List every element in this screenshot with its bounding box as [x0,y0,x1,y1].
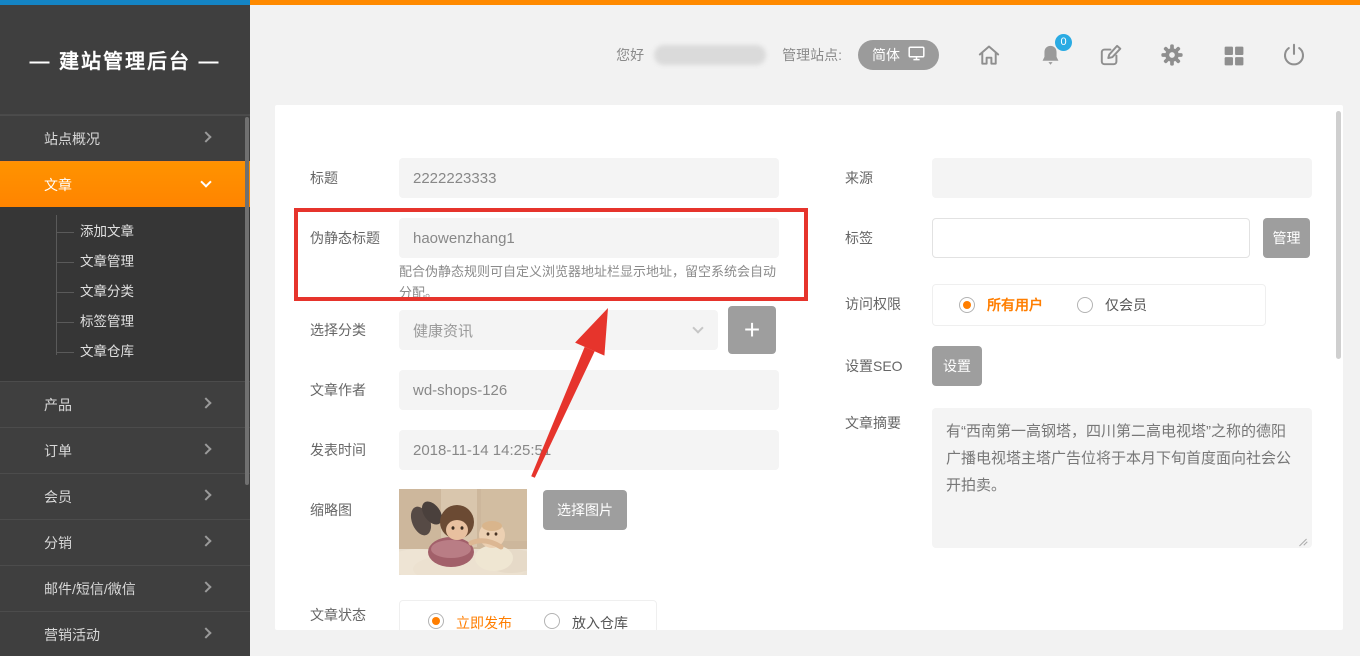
articles-submenu: 添加文章 文章管理 文章分类 标签管理 文章仓库 [0,207,250,381]
access-label: 访问权限 [845,284,901,324]
sidebar-item-label: 营销活动 [44,627,100,643]
title-label: 标题 [310,158,338,198]
submenu-item-add-article[interactable]: 添加文章 [0,217,250,247]
manage-tags-button[interactable]: 管理 [1263,218,1310,258]
category-label: 选择分类 [310,310,366,350]
home-icon [976,42,1002,68]
sidebar-item-orders[interactable]: 订单 [0,427,250,473]
sidebar-scrollbar[interactable] [245,117,249,485]
app-logo: — 建站管理后台 — [0,5,250,115]
logout-button[interactable] [1280,41,1308,69]
publish-time-input[interactable] [399,430,779,470]
tags-label: 标签 [845,218,873,258]
article-edit-card: 标题 伪静态标题 配合伪静态规则可自定义浏览器地址栏显示地址，留空系统会自动分配… [275,105,1343,630]
home-button[interactable] [975,41,1003,69]
submenu-item-tag-manage[interactable]: 标签管理 [0,307,250,337]
author-label: 文章作者 [310,370,366,410]
category-select[interactable]: 健康资讯 [399,310,718,350]
slug-label: 伪静态标题 [310,218,380,258]
power-icon [1281,42,1307,68]
status-archive-radio[interactable] [544,613,560,629]
status-publish-radio[interactable] [428,613,444,629]
sidebar-item-products[interactable]: 产品 [0,381,250,427]
notification-badge: 0 [1055,34,1072,51]
grid-icon [1221,43,1246,68]
chevron-right-icon [200,489,211,500]
edit-icon [1098,42,1124,68]
thumbnail-label: 缩略图 [310,500,352,520]
sidebar-item-label: 邮件/短信/微信 [44,581,136,597]
title-input[interactable] [399,158,779,198]
manage-site-label: 管理站点: [782,45,842,65]
thumbnail-image [399,489,527,575]
chevron-right-icon [200,131,211,142]
chevron-right-icon [200,581,211,592]
seo-settings-button[interactable]: 设置 [932,346,982,386]
summary-label: 文章摘要 [845,413,901,433]
sidebar-item-label: 订单 [44,443,72,459]
access-members-only-radio[interactable] [1077,297,1093,313]
notifications-button[interactable]: 0 [1036,41,1064,69]
sidebar-item-label: 产品 [44,397,72,413]
sidebar-item-label: 文章 [44,177,72,193]
access-all-users-label[interactable]: 所有用户 [987,295,1043,315]
sidebar-item-label: 站点概况 [44,131,100,147]
status-publish-label[interactable]: 立即发布 [456,613,512,630]
sidebar: — 建站管理后台 — 站点概况 文章 添加文章 文章管理 文章分类 标签管理 文… [0,5,250,656]
submenu-item-article-manage[interactable]: 文章管理 [0,247,250,277]
slug-help-text: 配合伪静态规则可自定义浏览器地址栏显示地址，留空系统会自动分配。 [399,262,781,304]
author-input[interactable] [399,370,779,410]
gear-icon [1159,42,1185,68]
chevron-right-icon [200,535,211,546]
chevron-down-icon [200,176,211,187]
submenu-item-article-category[interactable]: 文章分类 [0,277,250,307]
source-label: 来源 [845,158,873,198]
apps-button[interactable] [1219,41,1247,69]
choose-image-button[interactable]: 选择图片 [543,490,627,530]
publish-time-label: 发表时间 [310,430,366,470]
card-scrollbar[interactable] [1336,111,1341,359]
seo-label: 设置SEO [845,346,903,386]
site-language-label: 简体 [872,45,900,65]
add-category-button[interactable]: + [728,306,776,354]
sidebar-item-articles[interactable]: 文章 [0,161,250,207]
chevron-down-icon [692,322,703,333]
article-status-label: 文章状态 [310,605,366,625]
chevron-right-icon [200,443,211,454]
access-group: 所有用户 仅会员 [932,284,1266,326]
article-status-group: 立即发布 放入仓库 [399,600,657,630]
site-language-pill[interactable]: 简体 [858,40,939,70]
chevron-right-icon [200,397,211,408]
slug-input[interactable] [399,218,779,258]
sidebar-item-members[interactable]: 会员 [0,473,250,519]
settings-button[interactable] [1158,41,1186,69]
sidebar-item-site-overview[interactable]: 站点概况 [0,115,250,161]
monitor-icon [908,46,925,64]
category-selected-value: 健康资讯 [413,320,473,341]
redacted-username [654,45,766,65]
source-input[interactable] [932,158,1312,198]
tags-input[interactable] [932,218,1250,258]
status-archive-label[interactable]: 放入仓库 [572,613,628,630]
sidebar-item-marketing[interactable]: 营销活动 [0,611,250,656]
sidebar-item-label: 分销 [44,535,72,551]
compose-button[interactable] [1097,41,1125,69]
chevron-right-icon [200,627,211,638]
access-members-only-label[interactable]: 仅会员 [1105,295,1147,315]
sidebar-item-mail-sms-wechat[interactable]: 邮件/短信/微信 [0,565,250,611]
sidebar-item-distribution[interactable]: 分销 [0,519,250,565]
submenu-item-article-archive[interactable]: 文章仓库 [0,337,250,367]
access-all-users-radio[interactable] [959,297,975,313]
summary-textarea[interactable]: 有“西南第一高钢塔，四川第二高电视塔”之称的德阳广播电视塔主塔广告位将于本月下旬… [932,408,1312,548]
sidebar-item-label: 会员 [44,489,72,505]
greeting-text: 您好 [616,45,644,65]
topbar: 您好 管理站点: 简体 0 [250,5,1360,105]
